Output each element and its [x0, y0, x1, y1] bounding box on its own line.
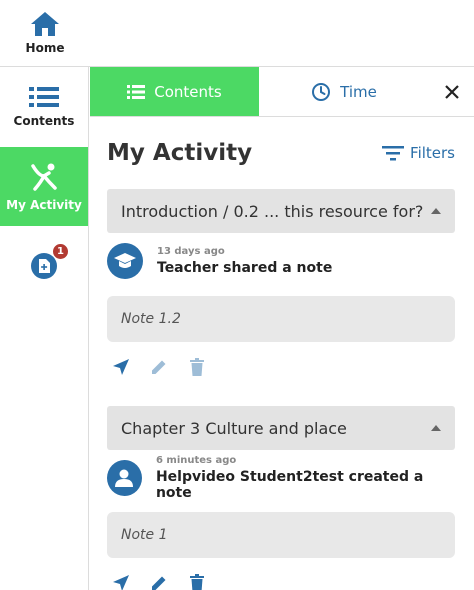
- filters-button[interactable]: Filters: [382, 144, 455, 162]
- filter-icon: [382, 146, 405, 161]
- rail-item-contents[interactable]: Contents: [0, 67, 88, 147]
- activity-panel: My Activity Filters Introduction / 0.2 .…: [107, 117, 455, 590]
- delete-button[interactable]: [187, 573, 207, 590]
- tab-time[interactable]: Time: [259, 67, 429, 116]
- tab-time-label: Time: [340, 82, 377, 101]
- clock-icon: [312, 82, 331, 101]
- note-card[interactable]: Note 1: [107, 512, 455, 558]
- tab-contents-label: Contents: [154, 82, 222, 101]
- pencil-icon: [152, 360, 166, 374]
- edit-button[interactable]: [149, 573, 169, 590]
- section-header[interactable]: Chapter 3 Culture and place: [107, 406, 455, 450]
- list-icon: [29, 87, 59, 107]
- note-card[interactable]: Note 1.2: [107, 296, 455, 342]
- home-label: Home: [25, 41, 65, 55]
- entry-message: Helpvideo Student2test created a note: [155, 469, 424, 501]
- home-icon: [31, 12, 59, 36]
- section-title: Chapter 3 Culture and place: [121, 418, 347, 438]
- user-icon: [107, 460, 142, 496]
- panel-header: My Activity Filters: [107, 117, 455, 189]
- close-button[interactable]: [429, 67, 474, 116]
- activity-entry: 6 minutes ago Helpvideo Student2test cre…: [107, 452, 455, 504]
- running-person-icon: [31, 163, 57, 191]
- entry-time: 6 minutes ago: [155, 455, 237, 466]
- note-actions: [107, 342, 455, 392]
- edit-button[interactable]: [149, 357, 169, 377]
- navigate-arrow-icon: [113, 359, 129, 375]
- left-rail: Contents My Activity 1: [0, 67, 89, 590]
- caret-up-icon[interactable]: [431, 208, 441, 214]
- delete-button[interactable]: [187, 357, 207, 377]
- panel-tabs: Contents Time: [90, 67, 474, 117]
- pencil-icon: [152, 576, 166, 590]
- locate-button[interactable]: [111, 573, 131, 590]
- close-icon: [444, 84, 459, 99]
- tab-contents[interactable]: Contents: [90, 67, 259, 116]
- entry-meta: 6 minutes ago Helpvideo Student2test cre…: [156, 455, 455, 501]
- page-title: My Activity: [107, 140, 253, 166]
- navigate-arrow-icon: [113, 575, 129, 590]
- locate-button[interactable]: [111, 357, 131, 377]
- home-button[interactable]: Home: [0, 0, 90, 66]
- rail-item-my-activity[interactable]: My Activity: [0, 147, 88, 226]
- filters-label: Filters: [410, 144, 455, 162]
- rail-activity-label: My Activity: [6, 197, 82, 212]
- trash-icon: [190, 358, 204, 376]
- caret-up-icon[interactable]: [431, 425, 441, 431]
- note-actions: [107, 558, 455, 590]
- entry-time: 13 days ago: [157, 246, 225, 257]
- entry-meta: 13 days ago Teacher shared a note: [157, 246, 332, 276]
- entry-message: Teacher shared a note: [157, 260, 333, 276]
- notification-badge: 1: [52, 243, 69, 260]
- activity-entry: 13 days ago Teacher shared a note: [107, 235, 455, 287]
- section-title: Introduction / 0.2 ... this resource for…: [121, 201, 424, 221]
- rail-item-notes[interactable]: 1: [0, 226, 88, 306]
- activity-group: Introduction / 0.2 ... this resource for…: [107, 189, 455, 392]
- trash-icon: [190, 574, 204, 590]
- graduation-cap-icon: [107, 243, 143, 279]
- activity-group: Chapter 3 Culture and place 6 minutes ag…: [107, 406, 455, 590]
- list-icon: [127, 84, 146, 99]
- rail-contents-label: Contents: [13, 114, 75, 128]
- section-header[interactable]: Introduction / 0.2 ... this resource for…: [107, 189, 455, 233]
